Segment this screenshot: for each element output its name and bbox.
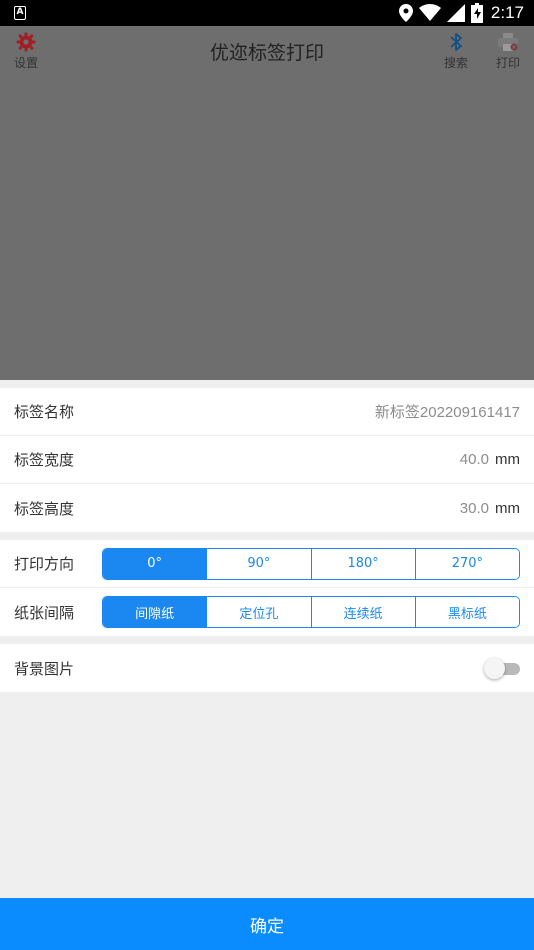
search-label: 搜索 [443, 56, 468, 70]
direction-option-270[interactable]: 270° [415, 548, 520, 579]
printer-icon [498, 33, 518, 51]
direction-option-90[interactable]: 90° [207, 548, 312, 579]
paper-option-black-mark[interactable]: 黑标纸 [415, 597, 520, 627]
paper-option-continuous[interactable]: 连续纸 [311, 597, 416, 627]
paper-gap-label: 纸张间隔 [14, 603, 75, 622]
bluetooth-icon [450, 33, 462, 51]
label-name-row[interactable]: 标签名称 新标签202209161417 [0, 388, 534, 436]
status-bar: A 2:17 [0, 0, 534, 26]
print-direction-segmented-control: 0° 90° 180° 270° [102, 547, 520, 580]
label-width-row[interactable]: 标签宽度 40.0 mm [0, 436, 534, 484]
paper-gap-segmented-control: 间隙纸 定位孔 连续纸 黑标纸 [102, 596, 520, 628]
app-bar: 设置 优迩标签打印 搜索 打印 [0, 26, 534, 78]
paper-gap-row: 纸张间隔 间隙纸 定位孔 连续纸 黑标纸 [0, 588, 534, 636]
background-image-label: 背景图片 [14, 659, 75, 678]
battery-charging-icon [470, 3, 483, 23]
location-icon [398, 4, 413, 22]
direction-option-180[interactable]: 180° [311, 548, 416, 579]
background-image-toggle[interactable] [484, 658, 520, 679]
label-height-label: 标签高度 [14, 499, 75, 518]
print-label: 打印 [495, 56, 520, 70]
paper-option-gap[interactable]: 间隙纸 [103, 597, 208, 627]
section-gap [0, 380, 534, 388]
search-bluetooth-button[interactable]: 搜索 [434, 32, 478, 74]
signal-icon [446, 4, 465, 22]
section-gap [0, 532, 534, 540]
wifi-icon [418, 4, 441, 21]
print-button[interactable]: 打印 [486, 32, 530, 74]
toggle-knob [484, 658, 505, 679]
label-height-unit: mm [495, 499, 520, 517]
label-height-value[interactable]: 30.0 [460, 500, 489, 517]
app-notification-icon: A [14, 6, 26, 20]
label-width-value[interactable]: 40.0 [460, 451, 489, 468]
background-image-row: 背景图片 [0, 644, 534, 692]
label-height-row[interactable]: 标签高度 30.0 mm [0, 484, 534, 532]
confirm-button[interactable]: 确定 [0, 898, 534, 950]
direction-option-0[interactable]: 0° [103, 548, 208, 579]
status-time: 2:17 [490, 3, 524, 22]
print-direction-row: 打印方向 0° 90° 180° 270° [0, 540, 534, 588]
label-name-label: 标签名称 [14, 403, 75, 421]
section-gap [0, 636, 534, 644]
label-width-label: 标签宽度 [14, 451, 75, 469]
label-width-unit: mm [495, 451, 520, 468]
label-settings-form: 标签名称 新标签202209161417 标签宽度 40.0 mm 标签高度 3… [0, 380, 534, 692]
status-icons: 2:17 [398, 0, 524, 26]
print-direction-label: 打印方向 [14, 555, 75, 573]
label-name-value[interactable]: 新标签202209161417 [375, 401, 520, 422]
dimmed-preview-area: 设置 优迩标签打印 搜索 打印 [0, 26, 534, 380]
paper-option-hole[interactable]: 定位孔 [207, 597, 312, 627]
